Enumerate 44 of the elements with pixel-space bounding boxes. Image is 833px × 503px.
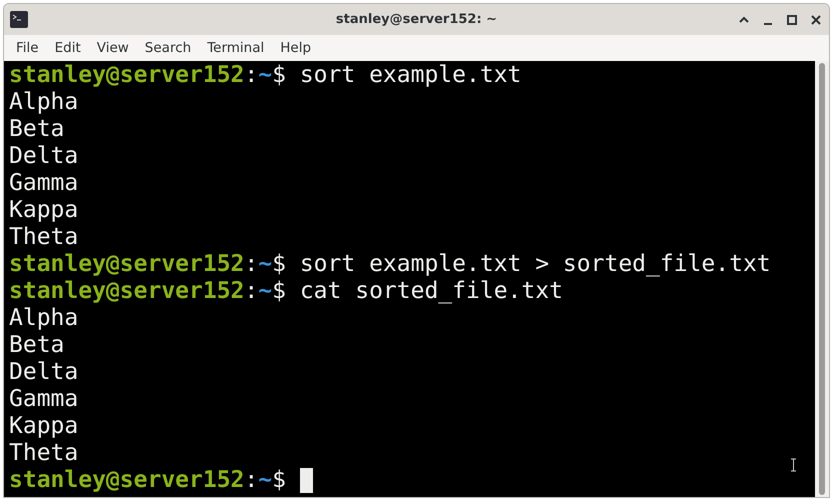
output-line: Beta [9,332,64,359]
command-text: sort example.txt > sorted_file.txt [298,251,771,278]
scrollbar[interactable] [815,61,829,497]
prompt-path: ~ [258,278,272,305]
prompt-user-host: stanley@server152 [9,251,244,278]
maximize-caret-icon[interactable] [739,16,749,23]
prompt-symbol: $ [272,467,286,494]
output-line: Gamma [9,170,78,197]
prompt-symbol: $ [272,278,286,305]
restore-icon[interactable] [787,14,797,24]
prompt-symbol: $ [272,62,286,89]
command-text: cat sorted_file.txt [298,278,563,305]
text-cursor-icon [790,458,797,472]
prompt-path: ~ [258,467,272,494]
output-line: Alpha [9,89,78,116]
output-line: Kappa [9,197,78,224]
output-line: Delta [9,143,78,170]
output-line: Kappa [9,413,78,440]
output-line: Theta [9,440,78,467]
menu-item[interactable]: View [88,36,137,60]
window-title: stanley@server152: ~ [336,10,498,29]
menu-item[interactable]: Terminal [199,36,272,60]
prompt-separator: : [244,62,258,89]
prompt-path: ~ [258,251,272,278]
menu-item[interactable]: File [8,36,47,60]
output-line: Theta [9,224,78,251]
output-line: Delta [9,359,78,386]
prompt-separator: : [244,467,258,494]
prompt-user-host: stanley@server152 [9,278,244,305]
output-line: Gamma [9,386,78,413]
close-icon[interactable] [811,14,821,24]
prompt-path: ~ [258,62,272,89]
prompt-separator: : [244,278,258,305]
output-line: Beta [9,116,64,143]
output-line: Alpha [9,305,78,332]
command-text: sort example.txt [298,62,522,89]
menu-item[interactable]: Edit [46,36,89,60]
prompt-user-host: stanley@server152 [9,467,244,494]
terminal-app-icon [10,11,28,28]
prompt-user-host: stanley@server152 [9,62,244,89]
prompt-symbol: $ [272,251,286,278]
menu-item[interactable]: Search [136,36,200,60]
menu-item[interactable]: Help [272,36,320,60]
prompt-separator: : [244,251,258,278]
